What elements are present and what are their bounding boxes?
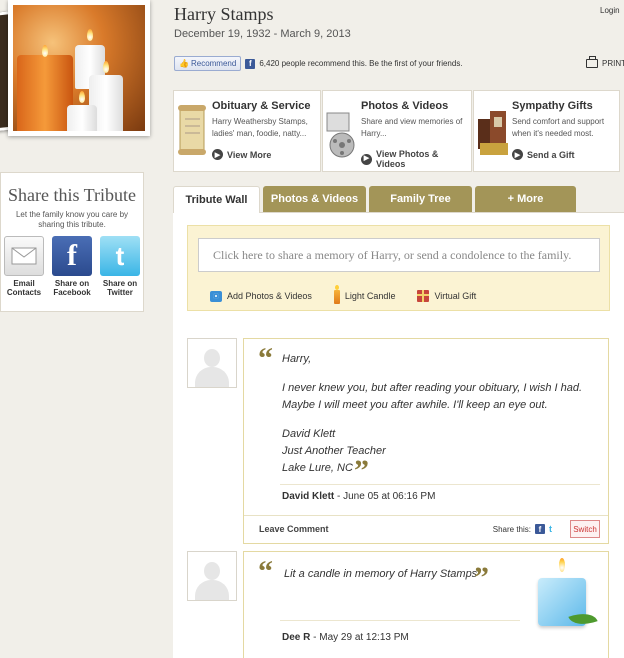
share-tribute-panel: Share this Tribute Let the family know y…	[0, 172, 144, 312]
share-title: Share this Tribute	[7, 185, 136, 205]
post-date: - May 29 at 12:13 PM	[310, 632, 409, 643]
share-facebook-button[interactable]: f Share on Facebook	[50, 236, 94, 297]
light-candle-button[interactable]: Light Candle	[333, 285, 395, 304]
scroll-icon	[176, 99, 210, 163]
candles-photo	[13, 5, 145, 131]
share-email-label: Email Contacts	[6, 279, 42, 297]
arrow-right-icon: ▶	[512, 149, 523, 160]
post-body-line1: I never knew you, but after reading your…	[282, 382, 583, 394]
quote-open-icon: “	[258, 342, 273, 375]
post-body-line2: Maybe I will meet you after awhile. I'll…	[282, 399, 548, 411]
switch-button[interactable]: Switch	[570, 520, 600, 538]
share-this-bar: Share this: f t	[492, 524, 552, 534]
avatar[interactable]	[187, 338, 237, 388]
post-greeting: Harry,	[282, 353, 312, 365]
print-button[interactable]: PRINT	[586, 56, 624, 68]
card-obituary-desc: Harry Weathersby Stamps, ladies' man, fo…	[212, 117, 308, 138]
card-obituary-title: Obituary & Service	[212, 100, 311, 112]
film-reel-icon	[325, 99, 359, 163]
candle-post-text: Lit a candle in memory of Harry Stamps	[284, 568, 478, 580]
leave-comment-link[interactable]: Leave Comment	[259, 524, 329, 534]
share-twitter-button[interactable]: t Share on Twitter	[98, 236, 142, 297]
facebook-share-icon[interactable]: f	[535, 524, 545, 534]
printer-icon	[586, 56, 598, 68]
post-signature-location: Lake Lure, NC	[282, 462, 353, 474]
person-name: Harry Stamps	[174, 4, 274, 24]
view-more-link[interactable]: ▶ View More	[212, 149, 271, 160]
arrow-right-icon: ▶	[212, 149, 223, 160]
post-author-line: David Klett - June 05 at 06:16 PM	[282, 491, 435, 502]
quote-close-icon: ”	[354, 454, 369, 487]
card-photos-title: Photos & Videos	[361, 100, 449, 112]
send-gift-link[interactable]: ▶ Send a Gift	[512, 149, 575, 160]
tab-family-tree[interactable]: Family Tree	[369, 186, 472, 212]
post-signature-title: Just Another Teacher	[282, 445, 386, 457]
card-gifts[interactable]: Sympathy Gifts Send comfort and support …	[473, 90, 620, 172]
gift-basket-icon	[476, 99, 510, 163]
tribute-photo[interactable]	[0, 0, 158, 140]
view-photos-link[interactable]: ▶ View Photos & Videos	[361, 149, 469, 169]
candle-icon	[333, 285, 340, 304]
quote-close-icon: ”	[474, 561, 489, 594]
tab-more[interactable]: + More	[475, 186, 576, 212]
card-gifts-desc: Send comfort and support when it's neede…	[512, 117, 605, 138]
add-photos-button[interactable]: Add Photos & Videos	[210, 288, 312, 304]
thumbs-up-icon: 👍	[179, 59, 189, 68]
share-email-button[interactable]: Email Contacts	[2, 236, 46, 297]
tab-photos-videos[interactable]: Photos & Videos	[263, 186, 366, 212]
post-signature-name: David Klett	[282, 428, 336, 440]
card-photos-desc: Share and view memories of Harry...	[361, 117, 463, 138]
camera-icon	[210, 290, 222, 302]
twitter-icon: t	[100, 236, 140, 276]
post-author[interactable]: David Klett	[282, 491, 334, 502]
tab-tribute-wall[interactable]: Tribute Wall	[173, 186, 260, 213]
arrow-right-icon: ▶	[361, 153, 372, 165]
memory-input[interactable]: Click here to share a memory of Harry, o…	[198, 238, 600, 272]
share-twitter-label: Share on Twitter	[102, 279, 138, 297]
user-silhouette-icon	[195, 560, 229, 600]
avatar[interactable]	[187, 551, 237, 601]
recommend-count-text: 6,420 people recommend this. Be the firs…	[259, 59, 463, 68]
gift-icon	[417, 290, 430, 302]
card-gifts-title: Sympathy Gifts	[512, 100, 593, 112]
post-date: - June 05 at 06:16 PM	[334, 491, 436, 502]
twitter-share-icon[interactable]: t	[549, 524, 552, 534]
recommend-button[interactable]: 👍 Recommend	[174, 56, 242, 71]
card-photos[interactable]: Photos & Videos Share and view memories …	[322, 90, 472, 172]
life-dates: December 19, 1932 - March 9, 2013	[174, 28, 351, 40]
recommend-row: 👍 Recommend f 6,420 people recommend thi…	[174, 56, 463, 71]
email-icon	[4, 236, 44, 276]
compose-box: Click here to share a memory of Harry, o…	[187, 225, 610, 311]
tribute-post: “ Harry, I never knew you, but after rea…	[243, 338, 609, 544]
user-silhouette-icon	[195, 347, 229, 387]
virtual-gift-button[interactable]: Virtual Gift	[417, 288, 476, 304]
post-author[interactable]: Dee R	[282, 632, 310, 643]
share-facebook-label: Share on Facebook	[53, 279, 91, 297]
share-subtitle: Let the family know you care by sharing …	[15, 210, 129, 229]
login-link[interactable]: Login	[600, 6, 620, 15]
blue-candle-icon	[532, 558, 598, 632]
card-obituary[interactable]: Obituary & Service Harry Weathersby Stam…	[173, 90, 321, 172]
facebook-mini-icon: f	[245, 58, 256, 69]
quote-open-icon: “	[258, 555, 273, 588]
facebook-icon: f	[52, 236, 92, 276]
post-author-line: Dee R - May 29 at 12:13 PM	[282, 632, 409, 643]
